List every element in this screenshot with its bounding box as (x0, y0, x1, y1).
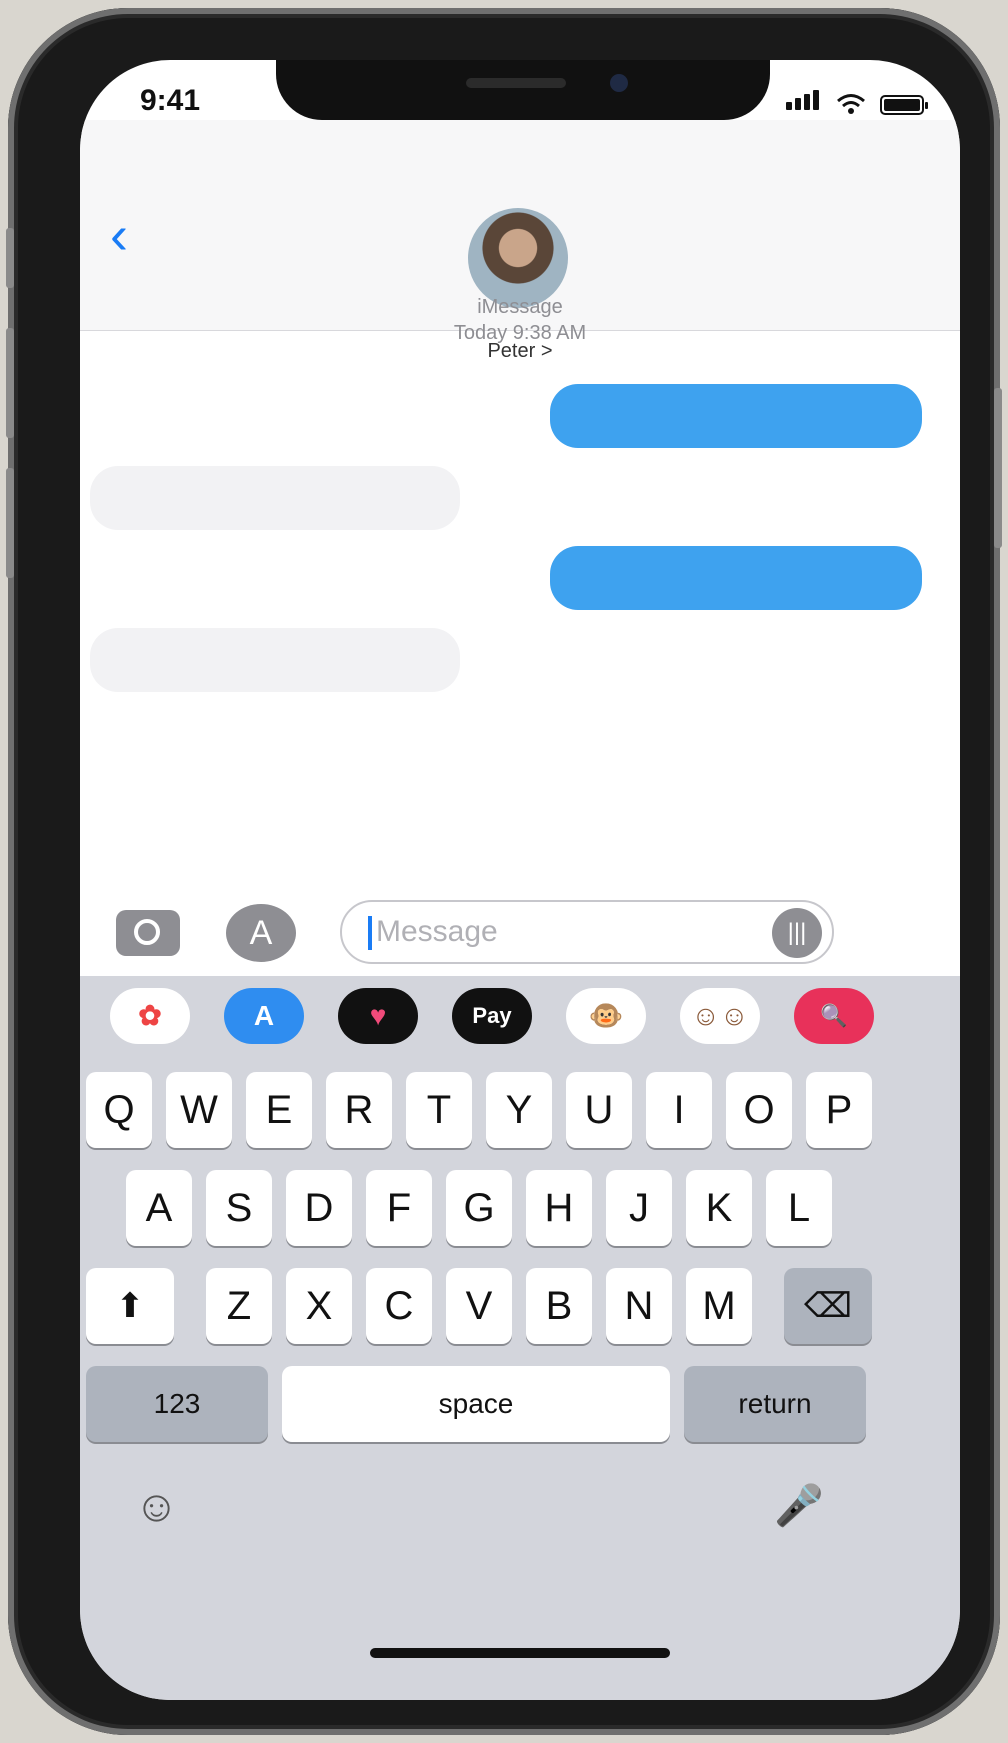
key-f[interactable]: F (366, 1170, 432, 1246)
avatar[interactable] (468, 208, 568, 308)
phone-frame: 9:41 ‹ Peter > iMessage Today 9:38 AM A (6, 8, 1002, 1735)
apple-pay-app-icon[interactable]: Pay (452, 988, 532, 1044)
screen: 9:41 ‹ Peter > iMessage Today 9:38 AM A (80, 60, 960, 1700)
key-q[interactable]: Q (86, 1072, 152, 1148)
key-i[interactable]: I (646, 1072, 712, 1148)
key-k[interactable]: K (686, 1170, 752, 1246)
photos-app-icon[interactable]: ✿ (110, 988, 190, 1044)
volume-down-button (6, 468, 14, 578)
key-p[interactable]: P (806, 1072, 872, 1148)
message-placeholder: Message (376, 915, 498, 948)
key-u[interactable]: U (566, 1072, 632, 1148)
key-g[interactable]: G (446, 1170, 512, 1246)
images-search-app-icon[interactable]: 🔍 (794, 988, 874, 1044)
key-o[interactable]: O (726, 1072, 792, 1148)
key-n[interactable]: N (606, 1268, 672, 1344)
composer-bar: A Message ||| (80, 890, 960, 976)
chevron-left-icon[interactable]: ‹ (110, 204, 128, 266)
notch (276, 60, 770, 120)
timestamp-label: Today 9:38 AM (453, 322, 587, 344)
animoji-app-icon[interactable]: 🐵 (566, 988, 646, 1044)
text-cursor (368, 916, 372, 950)
shift-icon[interactable]: ⬆ (86, 1268, 174, 1344)
return-key[interactable]: return (684, 1366, 866, 1442)
battery-icon (880, 95, 928, 115)
status-time: 9:41 (140, 84, 201, 117)
key-v[interactable]: V (446, 1268, 512, 1344)
incoming-bubble[interactable] (90, 466, 460, 530)
incoming-bubble[interactable] (90, 628, 460, 692)
key-r[interactable]: R (326, 1072, 392, 1148)
audio-waveform-icon[interactable]: ||| (772, 908, 822, 958)
key-a[interactable]: A (126, 1170, 192, 1246)
wifi-icon (837, 94, 865, 114)
camera-icon[interactable] (116, 910, 180, 956)
app-strip: ✿ A ♥ Pay 🐵 ☺☺ 🔍 (80, 976, 960, 1068)
emoji-icon[interactable]: ☺ (134, 1482, 179, 1532)
key-c[interactable]: C (366, 1268, 432, 1344)
key-h[interactable]: H (526, 1170, 592, 1246)
outgoing-bubble[interactable] (550, 384, 922, 448)
microphone-icon[interactable]: 🎤 (774, 1482, 824, 1529)
speaker (466, 78, 566, 88)
key-y[interactable]: Y (486, 1072, 552, 1148)
message-input[interactable]: Message ||| (340, 900, 834, 964)
home-indicator[interactable] (370, 1648, 670, 1658)
service-label: iMessage (477, 296, 563, 318)
power-button (994, 388, 1002, 548)
key-l[interactable]: L (766, 1170, 832, 1246)
key-m[interactable]: M (686, 1268, 752, 1344)
mute-switch (6, 228, 14, 288)
key-x[interactable]: X (286, 1268, 352, 1344)
keyboard: ✿ A ♥ Pay 🐵 ☺☺ 🔍 Q W E R T Y U I O P A S… (80, 976, 960, 1700)
signal-icon (786, 90, 822, 115)
space-key[interactable]: space (282, 1366, 670, 1442)
key-w[interactable]: W (166, 1072, 232, 1148)
app-store-icon[interactable]: A (226, 904, 296, 962)
key-j[interactable]: J (606, 1170, 672, 1246)
key-d[interactable]: D (286, 1170, 352, 1246)
delete-icon[interactable]: ⌫ (784, 1268, 872, 1344)
status-icons (786, 90, 928, 115)
outgoing-bubble[interactable] (550, 546, 922, 610)
key-t[interactable]: T (406, 1072, 472, 1148)
memoji-app-icon[interactable]: ☺☺ (680, 988, 760, 1044)
front-camera (610, 74, 628, 92)
numbers-key[interactable]: 123 (86, 1366, 268, 1442)
key-e[interactable]: E (246, 1072, 312, 1148)
digital-touch-app-icon[interactable]: ♥ (338, 988, 418, 1044)
volume-up-button (6, 328, 14, 438)
app-store-app-icon[interactable]: A (224, 988, 304, 1044)
key-s[interactable]: S (206, 1170, 272, 1246)
key-b[interactable]: B (526, 1268, 592, 1344)
key-z[interactable]: Z (206, 1268, 272, 1344)
